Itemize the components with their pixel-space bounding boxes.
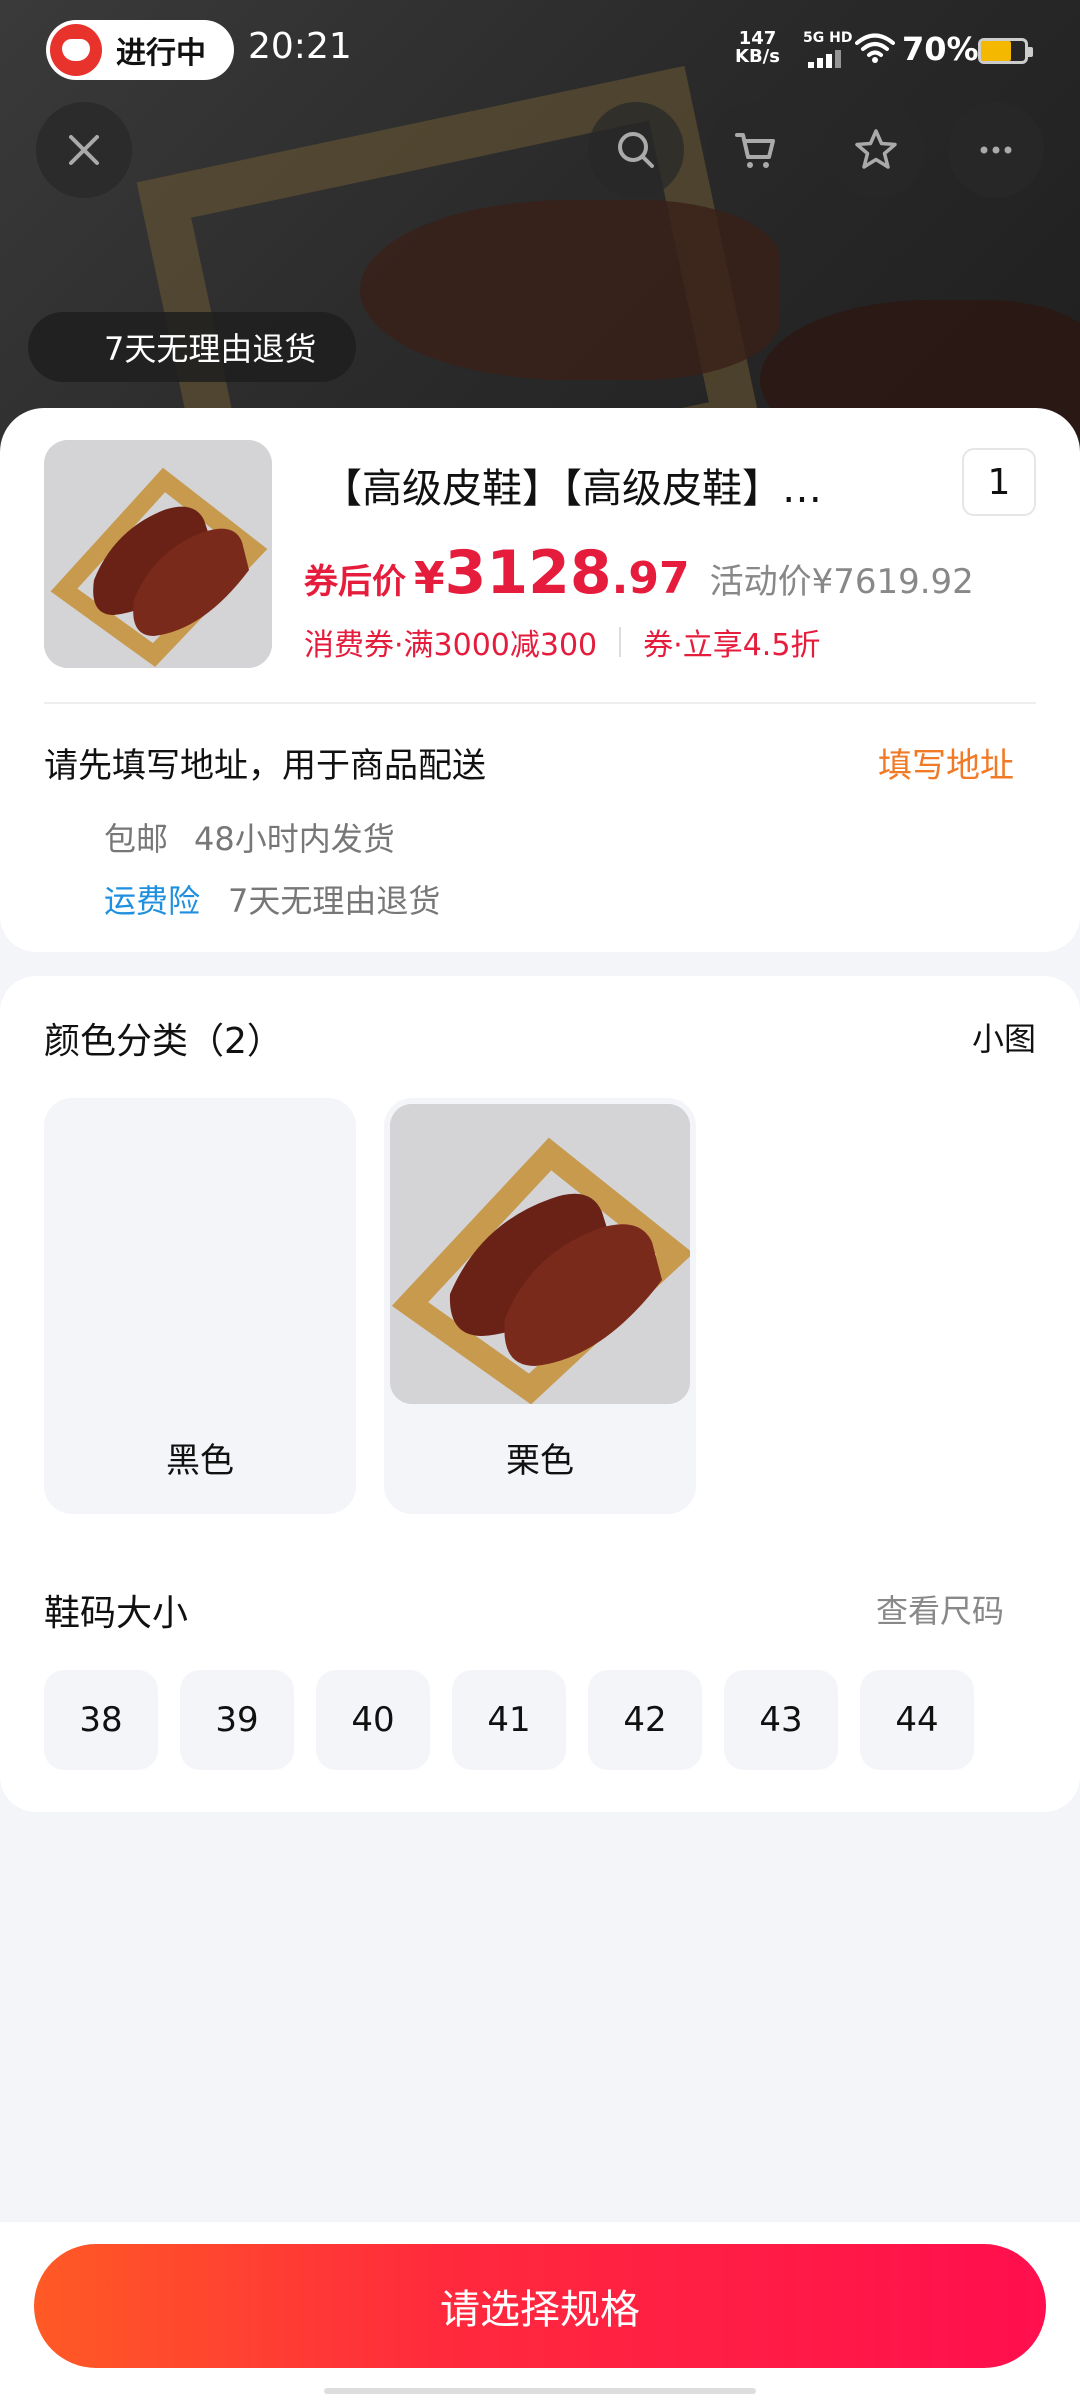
app-logo-icon [50, 24, 102, 76]
return-policy-label: 7天无理由退货 [228, 882, 441, 920]
size-option[interactable]: 42 [588, 1670, 702, 1770]
shipping-insurance-label[interactable]: 运费险 [104, 882, 200, 920]
network-speed-unit: KB/s [735, 46, 780, 67]
size-option[interactable]: 41 [452, 1670, 566, 1770]
size-option[interactable]: 40 [316, 1670, 430, 1770]
search-icon [618, 132, 654, 168]
battery-percent: 70% [902, 30, 979, 68]
shoe-image-icon [44, 440, 272, 668]
color-option-image [390, 1104, 690, 1404]
more-icon [980, 146, 1012, 154]
product-summary-card: 【高级皮鞋】【高级皮鞋】… 1 券后价 ¥ 3128 .97 活动价¥7619.… [0, 408, 1080, 952]
size-option[interactable]: 44 [860, 1670, 974, 1770]
size-option[interactable]: 39 [180, 1670, 294, 1770]
color-section-title: 颜色分类（2） [44, 1021, 283, 1062]
free-shipping-label: 包邮 [104, 820, 169, 858]
color-option-label: 栗色 [506, 1441, 574, 1481]
color-option-label: 黑色 [166, 1441, 234, 1481]
size-option[interactable]: 43 [724, 1670, 838, 1770]
more-button[interactable] [948, 102, 1044, 198]
cart-icon [735, 133, 775, 168]
coupon-discount[interactable]: 券·立享4.5折 [643, 620, 820, 664]
spec-options-card: 颜色分类（2） 小图 黑色 栗色 鞋码大小 查看尺码 38 39 40 41 4… [0, 976, 1080, 1812]
shoe-image-icon [390, 1104, 690, 1404]
divider [619, 627, 622, 657]
address-prompt: 请先填写地址，用于商品配送 [44, 746, 486, 786]
size-options: 38 39 40 41 42 43 44 [44, 1670, 974, 1770]
size-option[interactable]: 38 [44, 1670, 158, 1770]
product-thumbnail[interactable] [44, 440, 272, 668]
close-icon [69, 135, 99, 165]
divider [44, 702, 1036, 704]
select-spec-button[interactable]: 请选择规格 [34, 2244, 1046, 2368]
price-integer: 3128 [444, 538, 612, 608]
favorite-button[interactable] [828, 102, 924, 198]
size-chart-link[interactable]: 查看尺码 [876, 1586, 1004, 1632]
return-policy-badge: 7天无理由退货 [28, 312, 357, 382]
home-indicator[interactable] [324, 2388, 756, 2394]
view-size-toggle[interactable]: 小图 [972, 1014, 1036, 1060]
size-section-title: 鞋码大小 [44, 1593, 189, 1634]
coupon-row: 消费券·满3000减300 券·立享4.5折 [304, 620, 820, 664]
cart-button[interactable] [708, 102, 804, 198]
signal-type-label: 5G HD [803, 30, 853, 46]
price-decimal: .97 [611, 553, 690, 604]
shipping-info: 包邮 48小时内发货 [104, 814, 395, 860]
fill-address-link[interactable]: 填写地址 [878, 738, 1014, 787]
search-button[interactable] [588, 102, 684, 198]
product-title: 【高级皮鞋】【高级皮鞋】… [322, 466, 822, 512]
activity-price: 活动价¥7619.92 [709, 562, 974, 602]
live-activity-label: 进行中 [116, 36, 206, 71]
color-option-black[interactable]: 黑色 [44, 1098, 356, 1514]
network-speed: 147 KB/s [735, 30, 780, 66]
coupon-consumption[interactable]: 消费券·满3000减300 [304, 620, 597, 664]
currency-symbol: ¥ [414, 553, 445, 604]
after-coupon-label: 券后价 [304, 562, 406, 602]
price-row: 券后价 ¥ 3128 .97 活动价¥7619.92 [304, 538, 974, 608]
quantity-stepper[interactable]: 1 [962, 448, 1036, 516]
color-option-chestnut[interactable]: 栗色 [384, 1098, 696, 1514]
star-icon [855, 129, 897, 169]
live-activity-pill[interactable]: 进行中 [46, 20, 234, 80]
status-bar: 进行中 20:21 147 KB/s 5G HD 70% [0, 0, 1080, 100]
signal-icon [808, 50, 841, 68]
wifi-icon [855, 33, 895, 63]
service-info: 运费险 7天无理由退货 [104, 876, 440, 922]
close-button[interactable] [36, 102, 132, 198]
ship-time-label: 48小时内发货 [194, 820, 395, 858]
shoe-graphic [360, 200, 780, 380]
bottom-action-bar: 请选择规格 [0, 2222, 1080, 2400]
battery-icon [978, 38, 1033, 64]
clock: 20:21 [248, 26, 352, 67]
